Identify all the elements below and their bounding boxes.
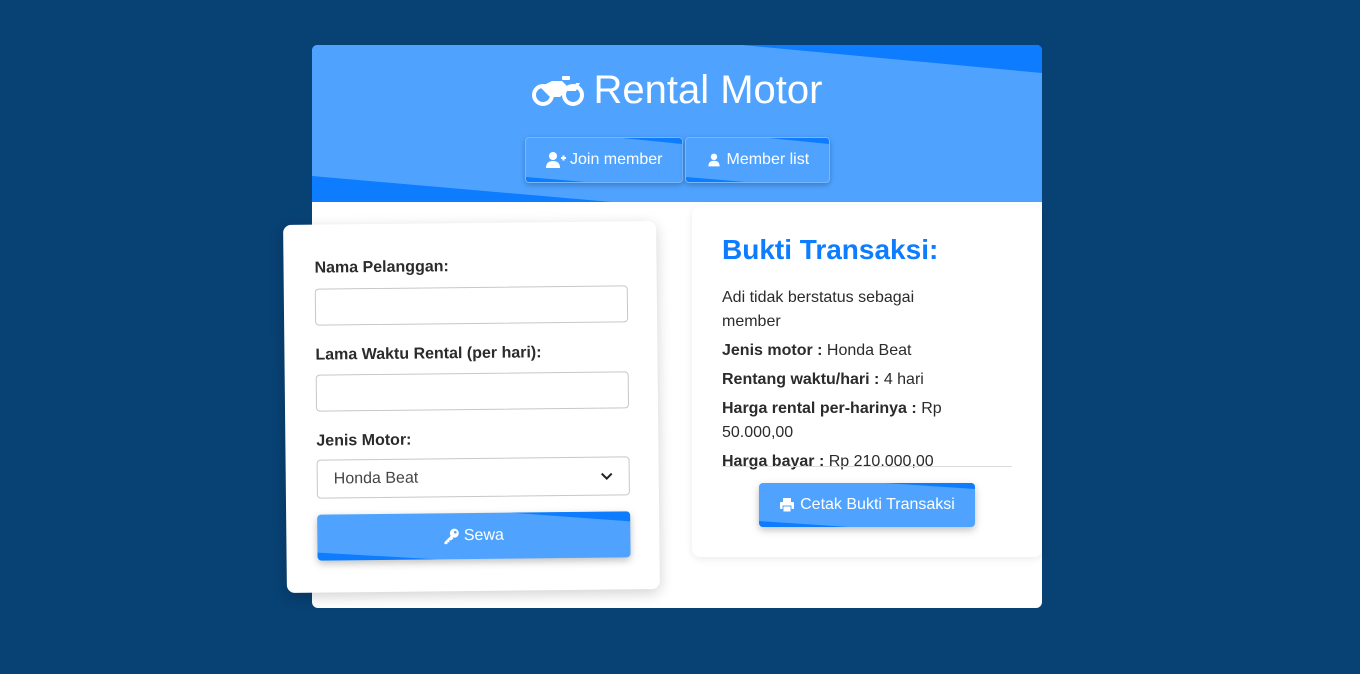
motor-type-selected: Honda Beat bbox=[333, 469, 419, 487]
daily-price-line: Harga rental per-harinya : Rp 50.000,00 bbox=[722, 400, 942, 441]
print-receipt-button[interactable]: Cetak Bukti Transaksi bbox=[759, 483, 975, 527]
join-member-label: Join member bbox=[570, 151, 663, 168]
motor-type-select[interactable]: Honda Beat bbox=[316, 456, 630, 499]
user-plus-icon bbox=[546, 152, 566, 168]
motor-type-line: Jenis motor : Honda Beat bbox=[722, 342, 912, 359]
member-status-text: Adi tidak berstatus sebagai member bbox=[722, 289, 915, 330]
total-price-line: Harga bayar : Rp 210.000,00 bbox=[722, 453, 934, 470]
member-list-button[interactable]: Member list bbox=[685, 137, 831, 183]
printer-icon bbox=[780, 498, 795, 513]
divider bbox=[722, 466, 1012, 467]
receipt-card: Bukti Transaksi: Adi tidak berstatus seb… bbox=[692, 206, 1042, 557]
user-icon bbox=[708, 153, 721, 167]
chevron-down-icon bbox=[601, 472, 613, 480]
member-list-label: Member list bbox=[726, 151, 810, 168]
join-member-button[interactable]: Join member bbox=[525, 137, 684, 183]
print-receipt-label: Cetak Bukti Transaksi bbox=[800, 496, 955, 513]
rental-duration-input[interactable] bbox=[315, 371, 630, 412]
customer-name-label: Nama Pelanggan: bbox=[314, 258, 449, 277]
page-title: Rental Motor bbox=[593, 68, 823, 112]
rent-submit-label: Sewa bbox=[463, 526, 504, 545]
header: Rental Motor Join member Member list bbox=[312, 45, 1042, 202]
receipt-title: Bukti Transaksi: bbox=[722, 234, 939, 265]
motor-type-label: Jenis Motor: bbox=[316, 431, 412, 450]
rental-form-card: Nama Pelanggan: Lama Waktu Rental (per h… bbox=[283, 221, 660, 593]
customer-name-input[interactable] bbox=[314, 285, 629, 326]
motorcycle-icon bbox=[531, 76, 584, 106]
duration-line: Rentang waktu/hari : 4 hari bbox=[722, 371, 924, 388]
key-icon bbox=[444, 528, 460, 545]
rent-submit-button[interactable]: Sewa bbox=[317, 511, 631, 561]
rental-duration-label: Lama Waktu Rental (per hari): bbox=[315, 344, 542, 364]
